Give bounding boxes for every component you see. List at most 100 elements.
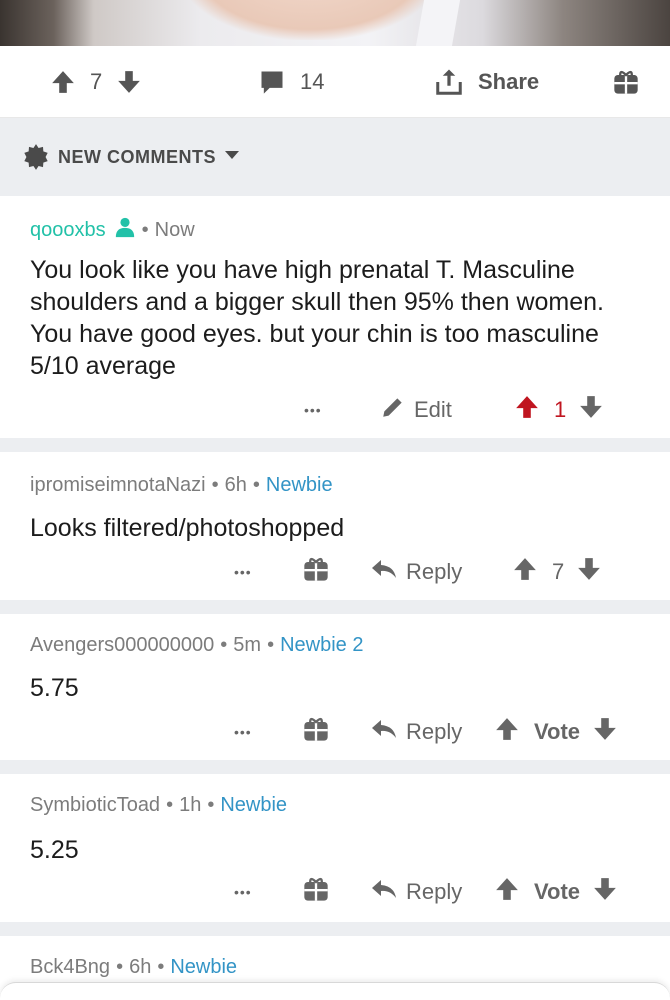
- reply-label: Reply: [406, 719, 463, 744]
- user-flair: Newbie: [170, 956, 238, 978]
- gift-icon: [302, 875, 330, 909]
- comment-body: 5.25: [30, 836, 79, 864]
- comment-meta: ipromiseimnotaNazi • 6h • Newbie: [30, 474, 333, 497]
- upvote-icon[interactable]: [514, 394, 540, 426]
- edit-label: Edit: [414, 397, 452, 422]
- reply-label: Reply: [406, 559, 463, 584]
- reply-icon: [370, 717, 398, 747]
- gift-button[interactable]: [302, 875, 330, 909]
- comment-author[interactable]: qoooxbs: [30, 219, 106, 242]
- comment-author[interactable]: SymbioticToad: [30, 794, 160, 817]
- meta-separator: •: [211, 474, 219, 496]
- bottom-sheet-edge[interactable]: [0, 982, 670, 1000]
- more-options-button[interactable]: •••: [234, 724, 252, 740]
- comment-sort-bar[interactable]: NEW COMMENTS: [0, 118, 670, 196]
- more-options-label: •••: [234, 724, 252, 740]
- user-flair: Newbie: [220, 794, 288, 816]
- comment-vote-group: Vote: [494, 716, 618, 748]
- meta-separator: •: [116, 956, 124, 978]
- comment-time: 5m: [233, 634, 262, 656]
- comment-item: ipromiseimnotaNazi • 6h • Newbie Looks f…: [0, 452, 670, 600]
- post-image[interactable]: [0, 0, 670, 46]
- reply-label: Reply: [406, 879, 463, 904]
- comment-score: 7: [552, 559, 565, 584]
- more-options-button[interactable]: •••: [304, 402, 322, 418]
- reply-button[interactable]: Reply: [370, 877, 462, 907]
- comment-vote-group: 7: [512, 556, 602, 588]
- comment-body: Looks filtered/photoshopped: [30, 514, 345, 542]
- comment-actions: ••• Reply Vote: [0, 712, 670, 752]
- comment-actions: ••• Edit 1: [0, 390, 670, 430]
- comment-meta: Bck4Bng • 6h • Newbie: [30, 956, 237, 979]
- gift-button[interactable]: [302, 555, 330, 589]
- comment-icon: [258, 68, 286, 96]
- upvote-icon[interactable]: [512, 556, 538, 588]
- comment-divider: [0, 438, 670, 452]
- comment-vote-group: Vote: [494, 876, 618, 908]
- comment-time: Now: [154, 218, 195, 241]
- comment-divider: [0, 760, 670, 774]
- more-options-button[interactable]: •••: [234, 564, 252, 580]
- meta-separator: •: [207, 794, 215, 816]
- comment-author[interactable]: Bck4Bng: [30, 956, 110, 979]
- vote-label: Vote: [534, 879, 581, 904]
- downvote-icon[interactable]: [592, 876, 618, 908]
- comment-time: 6h: [129, 956, 152, 978]
- upvote-icon[interactable]: [50, 69, 76, 95]
- gift-button[interactable]: [612, 46, 640, 118]
- comment-author[interactable]: ipromiseimnotaNazi: [30, 474, 206, 497]
- comment-actions: ••• Reply 7: [0, 552, 670, 592]
- post-vote-group: 7: [50, 46, 142, 118]
- comment-count: 14: [300, 69, 325, 94]
- comment-score: 1: [554, 397, 567, 422]
- post-image-detail: [180, 0, 440, 40]
- user-flair: Newbie: [265, 474, 333, 496]
- meta-separator: •: [267, 634, 275, 656]
- share-button[interactable]: Share: [434, 46, 539, 118]
- share-label: Share: [478, 69, 540, 94]
- meta-separator: •: [141, 218, 149, 241]
- user-icon: [114, 216, 136, 244]
- comment-body: 5.75: [30, 674, 79, 702]
- more-options-label: •••: [234, 884, 252, 900]
- more-options-button[interactable]: •••: [234, 884, 252, 900]
- comment-divider: [0, 922, 670, 936]
- upvote-icon[interactable]: [494, 716, 520, 748]
- meta-separator: •: [220, 634, 228, 656]
- pencil-icon: [380, 394, 406, 426]
- comment-time: 6h: [224, 474, 247, 496]
- vote-label: Vote: [534, 719, 581, 744]
- comment-vote-group: 1: [514, 394, 604, 426]
- edit-button[interactable]: Edit: [380, 394, 452, 426]
- comment-meta: SymbioticToad • 1h • Newbie: [30, 794, 287, 817]
- share-icon: [434, 67, 464, 97]
- downvote-icon[interactable]: [578, 394, 604, 426]
- sort-label: NEW COMMENTS: [58, 146, 216, 167]
- downvote-icon[interactable]: [116, 69, 142, 95]
- post-score: 7: [90, 69, 103, 94]
- gift-button[interactable]: [302, 715, 330, 749]
- comment-item: SymbioticToad • 1h • Newbie 5.25 ••• Rep…: [0, 774, 670, 922]
- gear-icon: [22, 143, 50, 171]
- gift-icon: [302, 715, 330, 749]
- comment-divider: [0, 600, 670, 614]
- user-flair: Newbie 2: [280, 634, 364, 656]
- downvote-icon[interactable]: [592, 716, 618, 748]
- comment-author[interactable]: Avengers000000000: [30, 634, 214, 657]
- reply-button[interactable]: Reply: [370, 717, 462, 747]
- comment-actions: ••• Reply Vote: [0, 872, 670, 912]
- comments-button[interactable]: 14: [258, 46, 324, 118]
- downvote-icon[interactable]: [576, 556, 602, 588]
- post-action-bar: 7 14 Share: [0, 46, 670, 118]
- meta-separator: •: [166, 794, 174, 816]
- gift-icon: [612, 68, 640, 96]
- reply-icon: [370, 557, 398, 587]
- comment-item: Avengers000000000 • 5m • Newbie 2 5.75 •…: [0, 614, 670, 760]
- more-options-label: •••: [234, 564, 252, 580]
- post-image-detail-strap: [415, 0, 461, 46]
- more-options-label: •••: [304, 402, 322, 418]
- reply-button[interactable]: Reply: [370, 557, 462, 587]
- comment-time: 1h: [179, 794, 202, 816]
- upvote-icon[interactable]: [494, 876, 520, 908]
- gift-icon: [302, 555, 330, 589]
